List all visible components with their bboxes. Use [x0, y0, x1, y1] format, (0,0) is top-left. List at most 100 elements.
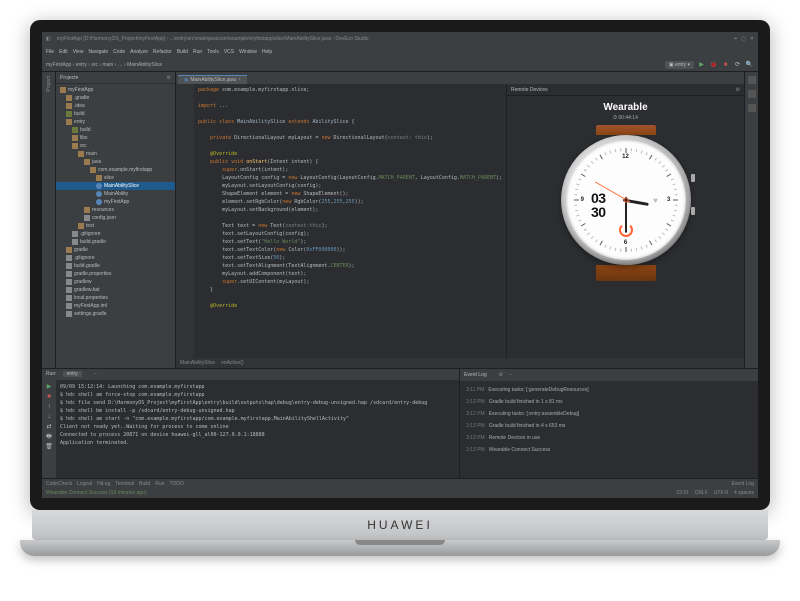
- tree-node-n1[interactable]: .gradle: [56, 94, 175, 102]
- dock-eventlog[interactable]: Event Log: [731, 481, 754, 487]
- code-body[interactable]: package com.example.myfirstapp.slice; im…: [194, 84, 506, 358]
- tree-node-n13[interactable]: MainAbility: [56, 190, 175, 198]
- dock-run[interactable]: Run: [155, 481, 164, 487]
- watch-crown: [691, 174, 695, 182]
- menu-window[interactable]: Window: [239, 49, 257, 55]
- folder-icon: [66, 255, 72, 261]
- min-icon[interactable]: ━: [734, 36, 737, 42]
- tree-node-n23[interactable]: gradle.properties: [56, 270, 175, 278]
- maven-toolwindow-button[interactable]: [748, 104, 756, 112]
- dock-todo[interactable]: TODO: [169, 481, 183, 487]
- tree-node-n18[interactable]: .gitignore: [56, 230, 175, 238]
- project-tree[interactable]: myFirstApp.gradle.ideabuildentrybuildlib…: [56, 84, 175, 368]
- rerun-icon[interactable]: ▶: [45, 383, 53, 391]
- gradle-toolwindow-button[interactable]: [748, 76, 756, 84]
- event-log-body[interactable]: 3:11 PMExecuting tasks: [:generateDebugR…: [460, 381, 758, 478]
- tree-node-n0[interactable]: myFirstApp: [56, 86, 175, 94]
- tree-node-n24[interactable]: gradlew: [56, 278, 175, 286]
- heart-rate-icon: ♥: [653, 196, 658, 205]
- tree-node-n3[interactable]: build: [56, 110, 175, 118]
- tree-node-n10[interactable]: com.example.myfirstapp: [56, 166, 175, 174]
- watch-bezel: 12 3 6 9 0330 ♥: [566, 140, 686, 260]
- close-icon[interactable]: ✕: [750, 36, 754, 42]
- gear-icon[interactable]: ⚙: [499, 372, 503, 378]
- dock-logcat[interactable]: Logcat: [77, 481, 92, 487]
- stop-button[interactable]: ■: [721, 60, 730, 69]
- tree-node-n26[interactable]: local.properties: [56, 294, 175, 302]
- menu-run[interactable]: Run: [193, 49, 202, 55]
- folder-icon: [60, 87, 66, 93]
- menu-build[interactable]: Build: [177, 49, 188, 55]
- stop-icon[interactable]: ■: [45, 393, 53, 401]
- crumb-class[interactable]: MainAbilitySlice: [180, 360, 215, 366]
- editor-tab[interactable]: ◉ MainAbilitySlice.java ×: [178, 75, 247, 84]
- status-line-ending[interactable]: CRLF: [695, 490, 708, 496]
- tree-node-n12[interactable]: MainAbilitySlice: [56, 182, 175, 190]
- tree-node-n20[interactable]: gradle: [56, 246, 175, 254]
- menu-navigate[interactable]: Navigate: [88, 49, 108, 55]
- gear-icon[interactable]: ⚙: [736, 87, 740, 93]
- debug-button[interactable]: 🐞: [709, 60, 718, 69]
- tree-node-n27[interactable]: myFirstApp.iml: [56, 302, 175, 310]
- run-console[interactable]: 09/09 15:12:14: Launching com.example.my…: [56, 380, 459, 478]
- tree-node-n25[interactable]: gradlew.bat: [56, 286, 175, 294]
- menu-vcs[interactable]: VCS: [224, 49, 234, 55]
- tree-node-n9[interactable]: java: [56, 158, 175, 166]
- code-editor[interactable]: package com.example.myfirstapp.slice; im…: [176, 84, 506, 358]
- sync-button[interactable]: ⟳: [733, 60, 742, 69]
- run-config-dropdown[interactable]: ▣ entry ▾: [665, 61, 694, 69]
- down-icon[interactable]: ↓: [45, 413, 53, 421]
- up-icon[interactable]: ↑: [45, 403, 53, 411]
- menu-refactor[interactable]: Refactor: [153, 49, 172, 55]
- trash-icon[interactable]: 🗑: [45, 443, 53, 451]
- tree-node-n21[interactable]: .gitignore: [56, 254, 175, 262]
- wrap-icon[interactable]: ⇄: [45, 423, 53, 431]
- minimize-icon[interactable]: −: [94, 371, 97, 377]
- tree-node-n28[interactable]: settings.gradle: [56, 310, 175, 318]
- minimize-icon[interactable]: −: [509, 372, 512, 378]
- tree-node-n8[interactable]: main: [56, 150, 175, 158]
- tree-node-n16[interactable]: config.json: [56, 214, 175, 222]
- dock-codecheck[interactable]: CodeCheck: [46, 481, 72, 487]
- tree-node-n14[interactable]: myFirstApp: [56, 198, 175, 206]
- dock-build[interactable]: Build: [139, 481, 150, 487]
- watch-case: 12 3 6 9 0330 ♥: [561, 135, 691, 265]
- tree-node-n4[interactable]: entry: [56, 118, 175, 126]
- tree-node-n19[interactable]: build.gradle: [56, 238, 175, 246]
- status-indent[interactable]: 4 spaces: [734, 490, 754, 496]
- menu-tools[interactable]: Tools: [207, 49, 219, 55]
- run-button[interactable]: ▶: [697, 60, 706, 69]
- menu-file[interactable]: File: [46, 49, 54, 55]
- gear-icon[interactable]: ⚙: [167, 75, 171, 81]
- crumb-method[interactable]: onActive(): [221, 360, 244, 366]
- tool-bar: myFirstApp › entry › src › main › … › Ma…: [42, 58, 758, 72]
- tree-node-n7[interactable]: src: [56, 142, 175, 150]
- menu-view[interactable]: View: [73, 49, 84, 55]
- menu-code[interactable]: Code: [113, 49, 125, 55]
- menu-edit[interactable]: Edit: [59, 49, 68, 55]
- dock-hilog[interactable]: HiLog: [97, 481, 110, 487]
- device-toolwindow-button[interactable]: [748, 90, 756, 98]
- print-icon[interactable]: 🖶: [45, 433, 53, 441]
- tree-node-n5[interactable]: build: [56, 126, 175, 134]
- tree-node-n15[interactable]: resources: [56, 206, 175, 214]
- ide-window: ◧ myFirstApp [D:\HarmonyOS_Project\myFir…: [42, 32, 758, 498]
- menu-analyze[interactable]: Analyze: [130, 49, 148, 55]
- folder-icon: [66, 295, 72, 301]
- right-gutter: [744, 72, 758, 368]
- event-log-panel: Event Log ⚙ − 3:11 PMExecuting tasks: [:…: [460, 369, 758, 478]
- tree-node-n2[interactable]: .idea: [56, 102, 175, 110]
- tree-node-n17[interactable]: test: [56, 222, 175, 230]
- close-tab-icon[interactable]: ×: [238, 77, 241, 83]
- dock-terminal[interactable]: Terminal: [115, 481, 134, 487]
- breadcrumb[interactable]: myFirstApp › entry › src › main › … › Ma…: [46, 62, 162, 68]
- status-encoding[interactable]: UTF-8: [714, 490, 728, 496]
- run-tab[interactable]: entry: [63, 371, 82, 377]
- max-icon[interactable]: ▢: [741, 36, 746, 42]
- tree-node-n22[interactable]: build.gradle: [56, 262, 175, 270]
- tree-node-n6[interactable]: libs: [56, 134, 175, 142]
- search-icon[interactable]: 🔍: [745, 60, 754, 69]
- menu-help[interactable]: Help: [262, 49, 272, 55]
- tree-node-n11[interactable]: slice: [56, 174, 175, 182]
- project-toolwindow-button[interactable]: Project: [46, 76, 52, 92]
